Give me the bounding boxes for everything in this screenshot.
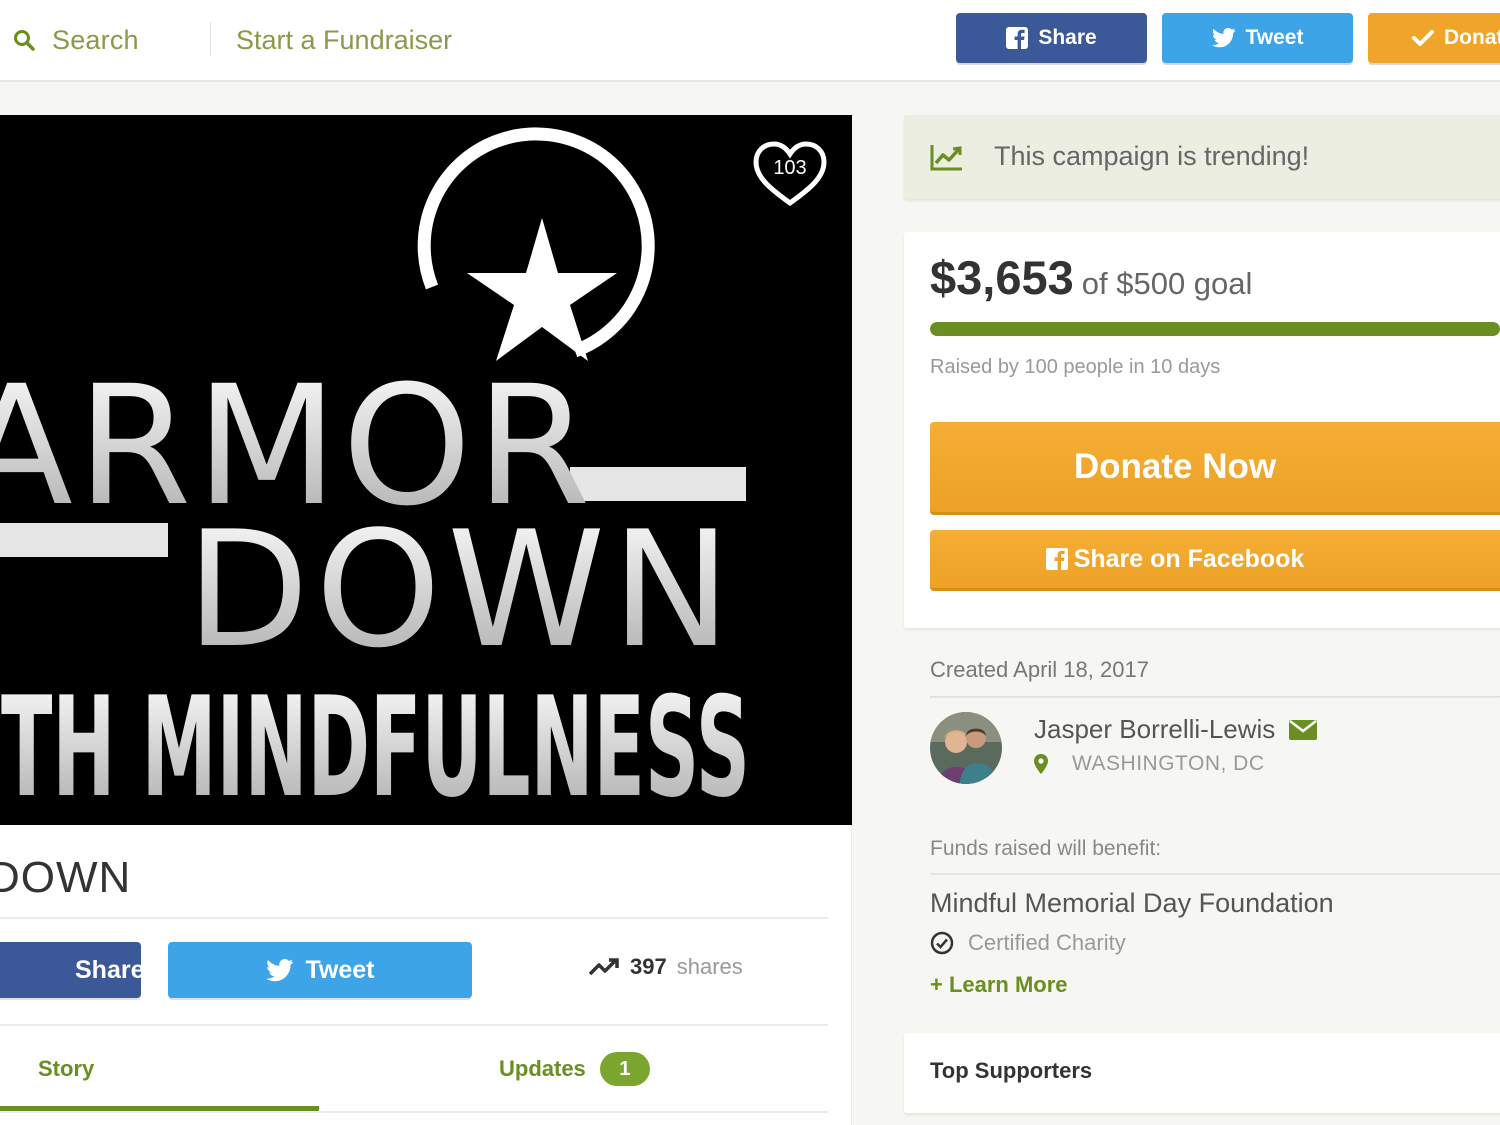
organizer-photo xyxy=(930,712,1002,784)
trending-banner: This campaign is trending! xyxy=(904,115,1500,199)
donate-now-label: Donate Now xyxy=(1073,447,1277,486)
twitter-icon xyxy=(265,958,293,981)
divider xyxy=(930,873,1500,875)
charity-name: Mindful Memorial Day Foundation xyxy=(930,888,1334,918)
organizer-avatar[interactable] xyxy=(930,712,1002,784)
top-supporters-heading: Top Supporters xyxy=(930,1058,1093,1083)
tab-updates-label: Updates xyxy=(499,1056,586,1081)
header-donate-label: Donat xyxy=(1444,26,1500,49)
map-pin-icon xyxy=(1034,754,1048,774)
tab-story-label: Story xyxy=(38,1056,95,1081)
header-tweet-label: Tweet xyxy=(1245,26,1304,49)
trending-arrow-icon xyxy=(588,958,619,976)
learn-more-link[interactable]: + Learn More xyxy=(930,972,1068,998)
campaign-tweet-label: Tweet xyxy=(305,955,375,984)
amount-raised-value: $3,653 xyxy=(930,251,1074,304)
organizer-location: WASHINGTON, DC xyxy=(1034,752,1265,776)
search-label: Search xyxy=(52,24,139,55)
header-share-button[interactable]: Share xyxy=(956,13,1147,63)
search-icon xyxy=(14,30,35,51)
campaign-tweet-button[interactable]: Tweet xyxy=(168,942,472,998)
benefit-label: Funds raised will benefit: xyxy=(930,837,1162,860)
checkmark-icon xyxy=(1412,30,1434,46)
updates-count-badge: 1 xyxy=(599,1052,650,1086)
tab-story[interactable]: Story xyxy=(38,1050,94,1088)
search-link[interactable]: Search xyxy=(12,22,139,58)
donate-now-button[interactable]: Donate Now xyxy=(930,422,1500,512)
envelope-icon[interactable] xyxy=(1289,719,1318,740)
header-share-label: Share xyxy=(1038,26,1097,49)
logo-line-down: DOWN xyxy=(186,496,737,683)
campaign-share-button[interactable]: Share xyxy=(0,942,144,998)
armor-down-logo: ARMOR DOWN WITH MINDFULNESS xyxy=(0,127,750,825)
header-donate-button[interactable]: Donat xyxy=(1368,13,1500,63)
twitter-icon xyxy=(1211,28,1236,48)
trending-chart-icon xyxy=(930,145,962,171)
share-count: 397 shares xyxy=(588,950,743,984)
certified-label: Certified Charity xyxy=(968,930,1126,955)
organizer-name-link[interactable]: Jasper Borrelli-Lewis xyxy=(1034,714,1275,745)
share-on-facebook-button[interactable]: Share on Facebook xyxy=(930,530,1500,588)
favorite-heart-button[interactable]: 103 xyxy=(752,140,828,208)
share-on-facebook-label: Share on Facebook xyxy=(1073,544,1305,573)
goal-text: of $500 goal xyxy=(1081,266,1253,301)
divider xyxy=(0,1024,828,1026)
nav-divider xyxy=(210,22,211,56)
like-count: 103 xyxy=(773,157,807,179)
check-circle-icon xyxy=(930,931,954,955)
tab-updates[interactable]: Updates 1 xyxy=(499,1050,650,1088)
campaign-hero-image: ARMOR DOWN WITH MINDFULNESS xyxy=(0,115,852,825)
trending-text: This campaign is trending! xyxy=(994,141,1310,171)
amount-raised: $3,653 of $500 goal xyxy=(930,250,1252,305)
divider xyxy=(930,696,1500,698)
logo-line-mindfulness: WITH MINDFULNESS xyxy=(0,667,750,825)
facebook-icon xyxy=(1045,548,1068,570)
header-tweet-button[interactable]: Tweet xyxy=(1162,13,1353,63)
progress-fill xyxy=(930,322,1500,336)
divider xyxy=(0,1111,828,1113)
location-text: WASHINGTON, DC xyxy=(1072,752,1265,775)
divider xyxy=(0,917,828,919)
shares-count: 397 xyxy=(630,954,667,979)
campaign-title: DOWN xyxy=(0,853,132,902)
raised-by-text: Raised by 100 people in 10 days xyxy=(930,356,1221,378)
facebook-icon xyxy=(1006,27,1029,49)
shares-word: shares xyxy=(676,954,743,979)
organizer-name: Jasper Borrelli-Lewis xyxy=(1034,714,1318,745)
progress-bar xyxy=(930,322,1500,336)
created-date: Created April 18, 2017 xyxy=(930,657,1149,682)
top-navigation-bar: Search Start a Fundraiser Share Tweet Do… xyxy=(0,0,1500,82)
certified-charity: Certified Charity xyxy=(930,930,1126,956)
start-fundraiser-link[interactable]: Start a Fundraiser xyxy=(236,22,452,58)
